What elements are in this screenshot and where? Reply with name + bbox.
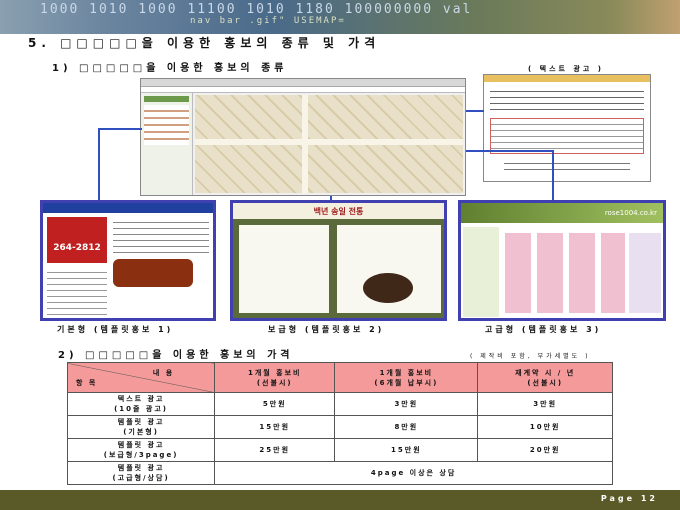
col-header: 재계약 시 / 년 (선불시) bbox=[477, 362, 613, 393]
row-item: 템플릿 광고 (고급형/상담) bbox=[66, 461, 216, 485]
corner-top-label: 내 용 bbox=[152, 368, 175, 377]
price-cell: 10만원 bbox=[477, 415, 613, 439]
price-cell: 20만원 bbox=[477, 438, 613, 462]
price-cell: 3만원 bbox=[477, 392, 613, 416]
template-label-premium: 고급형 (템플릿홍보 3) bbox=[485, 325, 602, 334]
map-site-screenshot bbox=[140, 78, 466, 196]
col-header: 1개월 홍보비 (선불시) bbox=[214, 362, 336, 393]
section2-heading: 2) □□□□□을 이용한 홍보의 가격 bbox=[58, 350, 294, 361]
template-phone: 264-2812 bbox=[47, 217, 107, 263]
connector-line bbox=[552, 150, 554, 200]
table-row: 템플릿 광고 (보급형/3page) 25만원 15만원 20만원 bbox=[66, 438, 613, 462]
price-note: ( 제작비 포함, 부가세별도 ) bbox=[470, 353, 591, 360]
page-title: 5. □□□□□을 이용한 홍보의 종류 및 가격 bbox=[28, 36, 381, 50]
connector-line bbox=[466, 150, 554, 152]
table-row: 템플릿 광고 (고급형/상담) 4page 이상은 상담 bbox=[66, 461, 613, 485]
col-header-line: (6개월 납부시) bbox=[374, 378, 439, 387]
item-line: (보급형/3page) bbox=[103, 451, 179, 459]
col-header: 1개월 홍보비 (6개월 납부시) bbox=[334, 362, 479, 393]
text-ad-label: ( 텍스트 광고 ) bbox=[528, 65, 604, 73]
connector-line bbox=[98, 128, 142, 130]
price-cell: 8만원 bbox=[334, 415, 479, 439]
price-cell: 3만원 bbox=[334, 392, 479, 416]
price-table: 내 용 항 목 1개월 홍보비 (선불시) 1개월 홍보비 (6개월 납부시) 재계… bbox=[66, 362, 613, 485]
item-line: (고급형/상담) bbox=[112, 474, 170, 482]
connector-line bbox=[466, 110, 484, 112]
item-line: (10줄 광고) bbox=[114, 405, 169, 413]
col-header-line: (선불시) bbox=[527, 378, 564, 387]
item-line: (기본형) bbox=[123, 428, 159, 436]
header-banner: 1000 1010 1000 11100 1010 1180 100000000… bbox=[0, 0, 680, 34]
page-number: Page 12 bbox=[600, 494, 658, 503]
row-item: 템플릿 광고 (보급형/3page) bbox=[66, 438, 216, 462]
banner-code-text: 1000 1010 1000 11100 1010 1180 100000000… bbox=[40, 2, 473, 17]
col-header-line: (선불시) bbox=[256, 378, 293, 387]
col-header-line: 1개월 홍보비 bbox=[247, 368, 302, 377]
merged-price-cell: 4page 이상은 상담 bbox=[214, 461, 613, 485]
col-header-line: 재계약 시 / 년 bbox=[515, 368, 576, 377]
row-item: 텍스트 광고 (10줄 광고) bbox=[66, 392, 216, 416]
item-line: 텍스트 광고 bbox=[117, 395, 165, 403]
row-item: 템플릿 광고 (기본형) bbox=[66, 415, 216, 439]
price-cell: 5만원 bbox=[214, 392, 336, 416]
col-header-line: 1개월 홍보비 bbox=[379, 368, 434, 377]
footer-bar: Page 12 bbox=[0, 490, 680, 510]
template-banner: 백년 송일 전통 bbox=[233, 203, 444, 219]
item-line: 템플릿 광고 bbox=[117, 464, 165, 472]
price-cell: 15만원 bbox=[334, 438, 479, 462]
template-label-basic: 기본형 (템플릿홍보 1) bbox=[57, 325, 174, 334]
corner-header: 내 용 항 목 bbox=[66, 362, 216, 393]
template-basic-screenshot: 264-2812 bbox=[40, 200, 216, 321]
table-row: 텍스트 광고 (10줄 광고) 5만원 3만원 3만원 bbox=[66, 392, 613, 416]
item-line: 템플릿 광고 bbox=[117, 441, 165, 449]
table-row: 템플릿 광고 (기본형) 15만원 8만원 10만원 bbox=[66, 415, 613, 439]
price-cell: 25만원 bbox=[214, 438, 336, 462]
template-label-standard: 보급형 (템플릿홍보 2) bbox=[268, 325, 385, 334]
item-line: 템플릿 광고 bbox=[117, 418, 165, 426]
template-premium-screenshot: rose1004.co.kr bbox=[458, 200, 666, 321]
connector-line bbox=[98, 128, 100, 200]
banner-code-text-2: nav bar .gif" USEMAP= bbox=[190, 16, 346, 26]
text-ad-screenshot bbox=[483, 74, 651, 182]
table-header-row: 내 용 항 목 1개월 홍보비 (선불시) 1개월 홍보비 (6개월 납부시) 재계… bbox=[66, 362, 613, 393]
corner-bottom-label: 항 목 bbox=[76, 378, 98, 387]
template-standard-screenshot: 백년 송일 전통 bbox=[230, 200, 447, 321]
template-brand: rose1004.co.kr bbox=[461, 203, 663, 223]
price-cell: 15만원 bbox=[214, 415, 336, 439]
section1-heading: 1) □□□□□을 이용한 홍보의 종류 bbox=[52, 63, 288, 74]
